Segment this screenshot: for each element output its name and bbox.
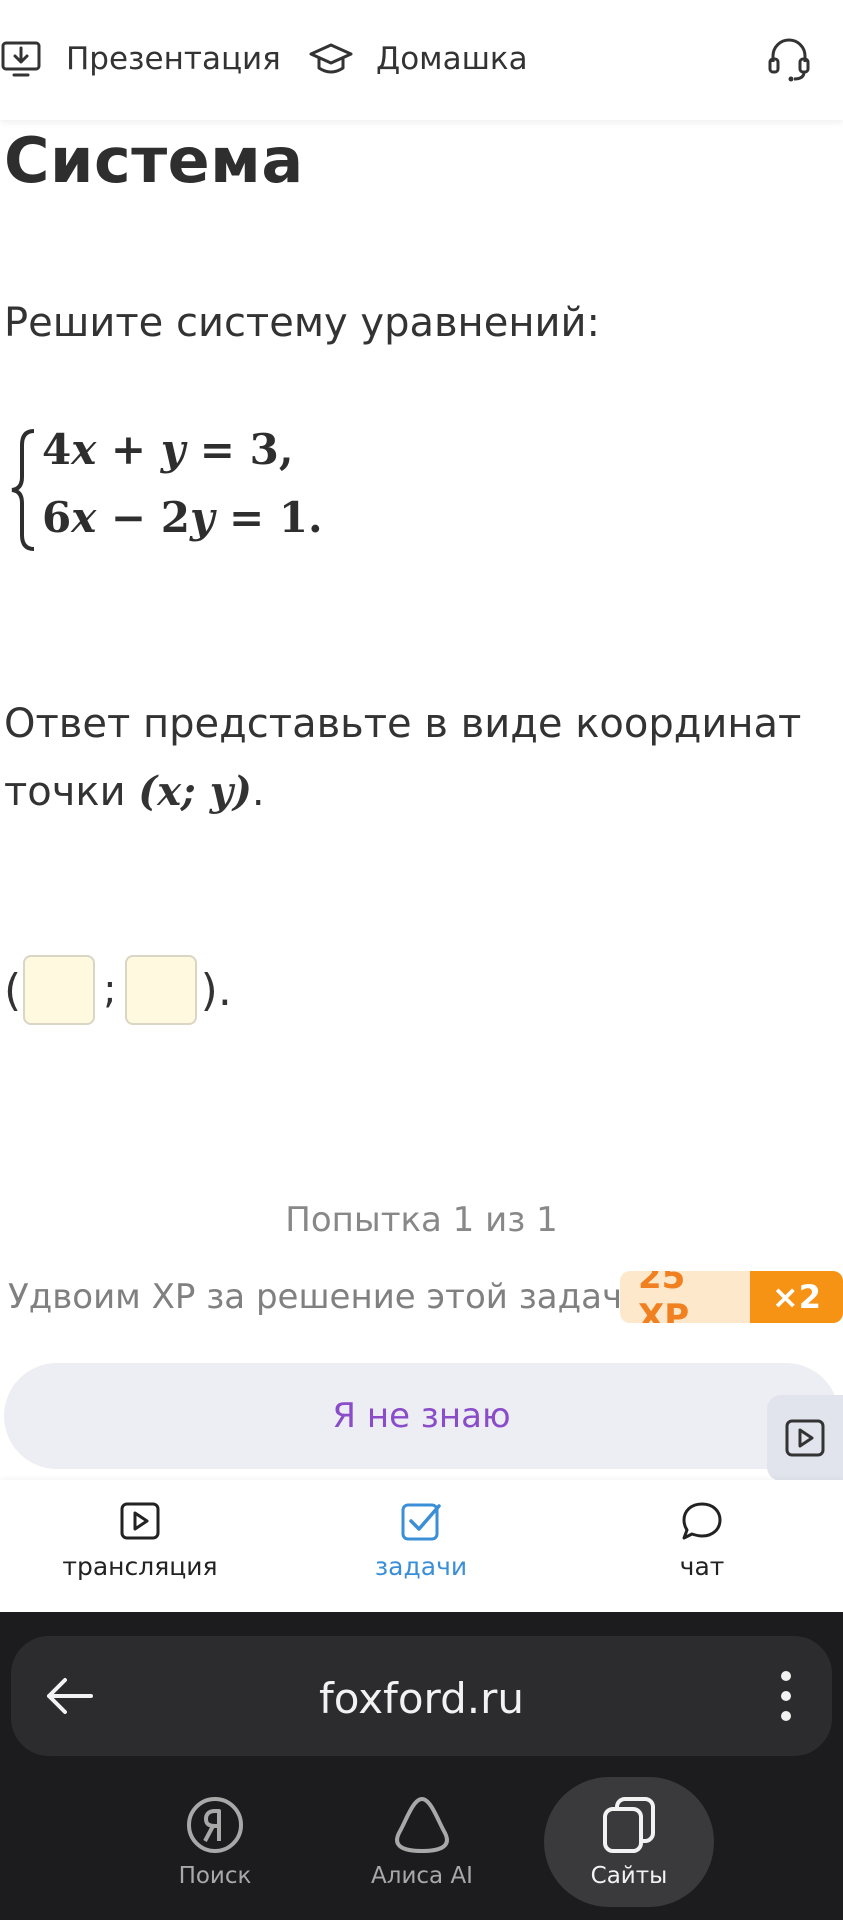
homework-label: Домашка <box>376 41 528 77</box>
browser-nav-alice-label: Алиса AI <box>371 1863 473 1889</box>
yandex-search-icon <box>187 1797 243 1853</box>
app-tab-bar: трансляция задачи чат <box>0 1480 843 1612</box>
browser-nav-search-label: Поиск <box>178 1863 252 1889</box>
xp-multiplier: ×2 <box>749 1271 843 1323</box>
answer-open-paren: ( <box>4 964 22 1016</box>
task-prompt: Решите систему уравнений: <box>4 300 600 346</box>
support-button[interactable] <box>766 34 834 84</box>
browser-nav-sites[interactable]: Сайты <box>544 1777 714 1907</box>
answer-y-input[interactable] <box>124 955 197 1025</box>
eq2-operator: − <box>110 493 147 542</box>
equation-2: 6x − 2y = 1. <box>42 493 323 542</box>
browser-bottom-nav: Поиск Алиса AI Сайты <box>0 1777 843 1920</box>
graduation-cap-icon <box>309 43 353 74</box>
answer-hint-end: . <box>251 769 265 815</box>
eq2-coef-x: 6 <box>42 493 72 542</box>
tab-tasks-label: задачи <box>374 1552 468 1581</box>
play-square-icon <box>120 1502 160 1540</box>
tab-translation-label: трансляция <box>62 1552 218 1581</box>
xp-badge: 25 XP ×2 <box>620 1271 843 1323</box>
xp-promo: Удвоим XP за решение этой задачи <box>8 1272 644 1322</box>
url-bar[interactable]: foxford.ru <box>11 1636 832 1756</box>
answer-x-input[interactable] <box>23 955 96 1025</box>
chat-bubble-icon <box>682 1502 722 1540</box>
xp-promo-text: Удвоим XP за решение этой задачи <box>8 1277 645 1317</box>
xp-value: 25 XP <box>620 1271 750 1323</box>
download-screen-icon <box>1 41 41 77</box>
tab-tasks[interactable]: задачи <box>321 1500 521 1581</box>
curly-brace <box>11 429 35 551</box>
eq2-coef-y: 2 <box>160 493 190 542</box>
floating-video-button[interactable] <box>767 1395 843 1481</box>
tabs-icon <box>603 1797 655 1853</box>
answer-row: ( ; ). <box>4 950 232 1030</box>
eq1-rhs: 3 <box>249 425 279 474</box>
top-bar: Презентация Домашка <box>0 0 843 120</box>
answer-hint-math: (x; y) <box>138 768 252 815</box>
presentation-label: Презентация <box>66 41 281 77</box>
url-text[interactable]: foxford.ru <box>11 1674 832 1723</box>
page-title: Система <box>4 124 304 197</box>
eq2-end: . <box>308 493 323 542</box>
eq1-coef-x: 4 <box>42 425 72 474</box>
answer-hint: Ответ представьте в виде координат точки… <box>4 690 834 826</box>
answer-close-paren: ). <box>200 964 232 1016</box>
eq1-operator: + <box>110 425 147 474</box>
browser-chrome: foxford.ru Поиск Алиса AI Сайты <box>0 1612 843 1920</box>
equation-1: 4x + y = 3, <box>42 425 294 474</box>
more-vertical-icon <box>781 1671 791 1721</box>
homework-button[interactable]: Домашка <box>308 34 528 84</box>
answer-hint-text: Ответ представьте в виде координат точки <box>4 701 802 815</box>
play-square-icon <box>785 1419 825 1457</box>
browser-nav-search[interactable]: Поиск <box>130 1777 300 1907</box>
answer-separator: ; <box>103 967 117 1013</box>
presentation-button[interactable]: Презентация <box>0 34 281 84</box>
browser-nav-alice[interactable]: Алиса AI <box>337 1777 507 1907</box>
tab-translation[interactable]: трансляция <box>40 1500 240 1581</box>
attempt-counter: Попытка 1 из 1 <box>285 1200 558 1240</box>
tab-chat-label: чат <box>679 1552 725 1581</box>
tab-chat[interactable]: чат <box>602 1500 802 1581</box>
browser-nav-sites-label: Сайты <box>590 1863 668 1889</box>
alice-icon <box>395 1797 449 1853</box>
headset-icon <box>768 38 810 82</box>
eq2-rhs: 1 <box>278 493 309 542</box>
more-menu-button[interactable] <box>771 1666 801 1730</box>
dont-know-button[interactable]: Я не знаю <box>4 1363 839 1469</box>
checkbox-icon <box>401 1503 441 1541</box>
eq1-end: , <box>278 425 294 474</box>
